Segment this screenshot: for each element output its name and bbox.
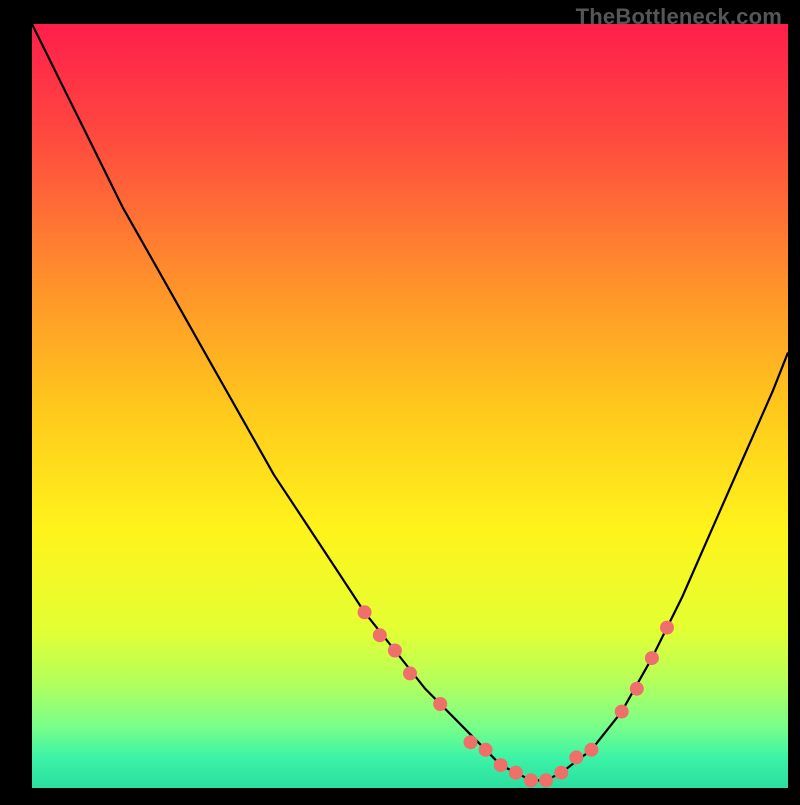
marker-point	[584, 743, 598, 757]
marker-point	[524, 773, 538, 787]
marker-point	[554, 766, 568, 780]
marker-point	[645, 651, 659, 665]
marker-point	[358, 605, 372, 619]
marker-point	[539, 773, 553, 787]
marker-point	[615, 705, 629, 719]
marker-point	[630, 682, 644, 696]
marker-point	[464, 735, 478, 749]
marker-point	[660, 621, 674, 635]
watermark-text: TheBottleneck.com	[576, 4, 782, 30]
marker-point	[509, 766, 523, 780]
marker-point	[479, 743, 493, 757]
marker-point	[373, 628, 387, 642]
marker-point	[494, 758, 508, 772]
marker-point	[569, 750, 583, 764]
marker-point	[433, 697, 447, 711]
marker-point	[388, 644, 402, 658]
chart-svg	[0, 0, 800, 800]
marker-point	[403, 666, 417, 680]
chart-container: TheBottleneck.com	[0, 0, 800, 800]
